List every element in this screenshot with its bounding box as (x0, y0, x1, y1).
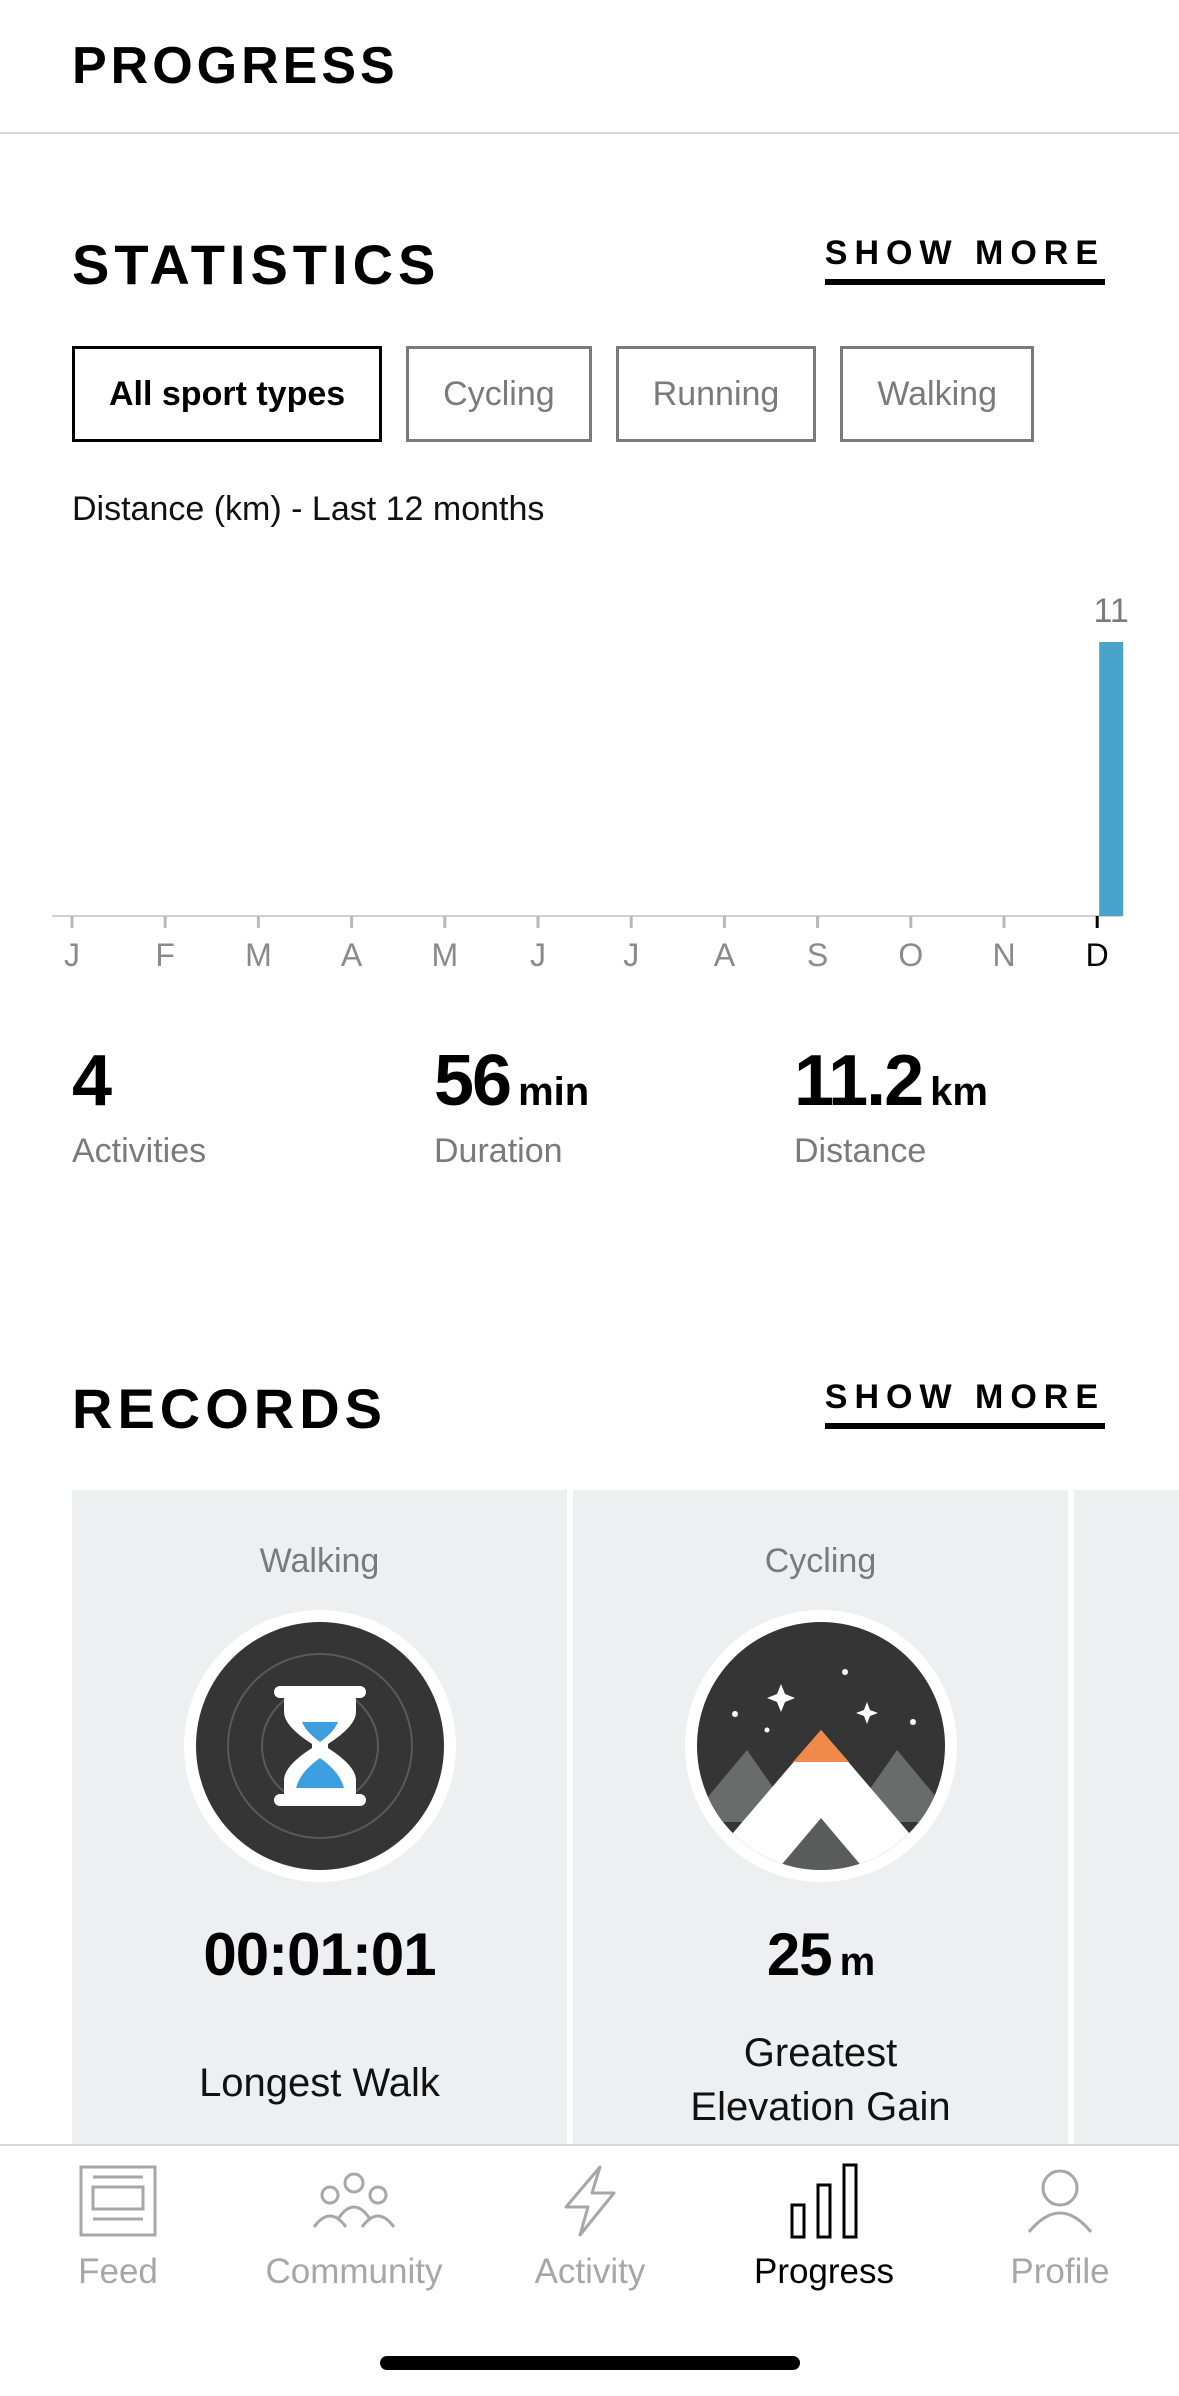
record-card-greatest-elevation-gain[interactable]: Cycling 25 m Greatest Elevation Gain (573, 1490, 1068, 2145)
stat-distance-label: Distance (794, 1132, 927, 1170)
x-axis-tick-label: S (807, 937, 828, 973)
filter-walking[interactable]: Walking (840, 346, 1034, 442)
record-card-longest-walk[interactable]: Walking 00:01:01 Longest Walk (72, 1490, 567, 2145)
record-value-unit: m (839, 1940, 876, 1984)
stat-duration-unit: min (518, 1070, 590, 1114)
x-axis-tick-label: M (431, 937, 458, 973)
records-show-more-button[interactable]: SHOW MORE (824, 1378, 1105, 1429)
filter-running[interactable]: Running (615, 346, 817, 442)
bar-D-11 (1099, 642, 1124, 916)
sport-type-filters: All sport types Cycling Running Walking (72, 346, 1034, 442)
stat-distance-value: 11.2 (794, 1041, 924, 1121)
tab-feed-label: Feed (78, 2252, 158, 2291)
stat-activities: 4 Activities (72, 1040, 206, 1171)
x-axis-tick-label: A (714, 937, 736, 973)
home-indicator (380, 2356, 800, 2370)
x-axis-tick-label: D (1086, 937, 1109, 973)
tab-feed[interactable]: Feed (0, 2156, 236, 2292)
record-value: 00:01:01 (203, 1921, 436, 1988)
records-title: RECORDS (72, 1377, 388, 1440)
x-axis-tick-label: M (245, 937, 272, 973)
tab-community[interactable]: Community (236, 2156, 472, 2292)
record-sport-label: Walking (259, 1542, 380, 1580)
record-value: 25 m (573, 1920, 1068, 1989)
bar-data-label: 11 (1094, 592, 1129, 630)
x-axis-tick-label: A (341, 937, 363, 973)
x-axis-tick-label: J (64, 937, 80, 973)
filter-all-sport-types[interactable]: All sport types (72, 346, 383, 442)
bar-chart-icon (706, 2156, 942, 2246)
chart-label: Distance (km) - Last 12 months (72, 490, 545, 528)
x-axis-tick-label: F (155, 937, 175, 973)
tab-community-label: Community (265, 2252, 443, 2291)
feed-icon (0, 2156, 236, 2246)
tab-activity-label: Activity (534, 2252, 646, 2291)
record-card-next[interactable] (1074, 1490, 1179, 2145)
record-name: Longest Walk (199, 2061, 440, 2105)
tab-profile-label: Profile (1010, 2252, 1110, 2291)
mountain-badge-icon (685, 1610, 957, 1882)
stat-duration: 56 min Duration (434, 1040, 589, 1171)
filter-cycling[interactable]: Cycling (406, 346, 592, 442)
stat-duration-value: 56 (434, 1041, 512, 1121)
tab-activity[interactable]: Activity (472, 2156, 708, 2292)
hourglass-badge-icon (184, 1610, 456, 1882)
record-name-line2: Elevation Gain (690, 2085, 951, 2129)
x-axis-tick-label: J (623, 937, 639, 973)
lightning-icon (472, 2156, 708, 2246)
x-axis-tick-label: O (898, 937, 923, 973)
tab-profile[interactable]: Profile (942, 2156, 1178, 2292)
x-axis-tick-label: J (530, 937, 546, 973)
record-sport-label: Cycling (764, 1542, 877, 1580)
person-icon (942, 2156, 1178, 2246)
stat-duration-label: Duration (434, 1132, 563, 1170)
tab-progress[interactable]: Progress (706, 2156, 942, 2292)
record-name-line1: Greatest (743, 2031, 898, 2075)
records-carousel[interactable]: Walking 00:01:01 Longest Walk Cycling 25… (72, 1490, 1179, 2145)
distance-bar-chart: J F M A M J J A S O N D 11 (52, 592, 1129, 973)
page-title: PROGRESS (72, 37, 399, 95)
stat-distance: 11.2 km Distance (794, 1040, 988, 1171)
top-header: PROGRESS (0, 0, 1179, 134)
stat-distance-unit: km (930, 1070, 988, 1114)
statistics-show-more-button[interactable]: SHOW MORE (824, 234, 1105, 285)
stat-activities-value: 4 (72, 1041, 112, 1121)
record-value-number: 25 (766, 1921, 833, 1988)
community-icon (236, 2156, 472, 2246)
stat-activities-label: Activities (72, 1132, 207, 1170)
x-axis-tick-label: N (992, 937, 1015, 973)
statistics-title: STATISTICS (72, 233, 441, 296)
tab-progress-label: Progress (753, 2252, 895, 2291)
